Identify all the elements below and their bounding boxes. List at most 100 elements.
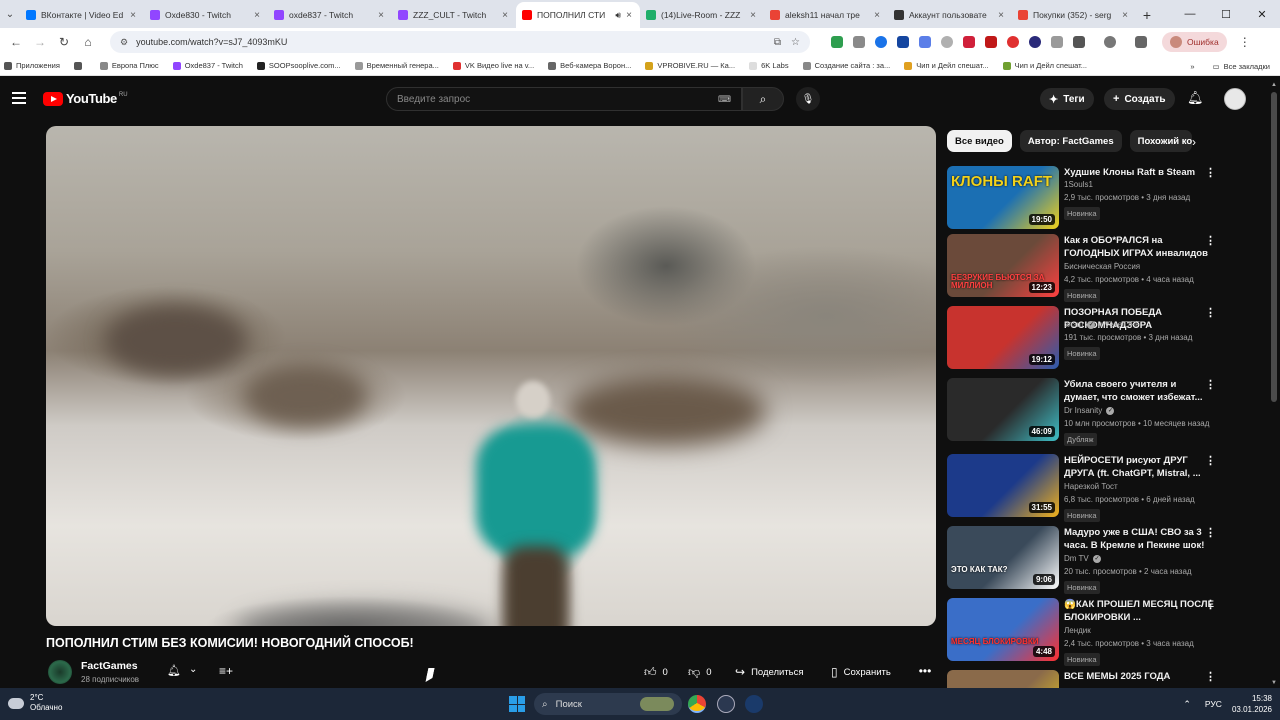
bookmark-item[interactable]: Oxde837 - Twitch (172, 61, 243, 70)
extension-icon[interactable] (875, 36, 887, 48)
youtube-logo[interactable]: YouTube RU (43, 91, 128, 106)
channel-avatar[interactable] (48, 660, 72, 684)
new-tab-button[interactable]: + (1136, 2, 1158, 28)
extension-icon[interactable] (985, 36, 997, 48)
close-icon[interactable]: ✕ (1244, 0, 1280, 28)
windows-start-icon[interactable] (509, 696, 525, 712)
browser-tab[interactable]: ZZZ_CULT - Twitch × (392, 2, 516, 28)
bookmark-star-icon[interactable]: ☆ (791, 37, 800, 48)
video-thumbnail[interactable]: ЭТО КАК ТАК? 9:06 (947, 526, 1059, 589)
extension-icon[interactable] (941, 36, 953, 48)
scrollbar-thumb[interactable] (1271, 92, 1277, 402)
save-button[interactable]: ▯ Сохранить (831, 660, 891, 684)
extension-icon[interactable] (897, 36, 909, 48)
recommended-title[interactable]: Мадуро уже в США! СВО за 3 часа. В Кремл… (1064, 526, 1214, 552)
extension-icon[interactable] (831, 36, 843, 48)
tab-close-icon[interactable]: × (996, 10, 1006, 21)
tab-close-icon[interactable]: × (252, 10, 262, 21)
dislike-button[interactable]: 👎︎ 0 (688, 660, 711, 684)
recommended-title[interactable]: Убила своего учителя и думает, что сможе… (1064, 378, 1214, 404)
more-options-icon[interactable]: ⋮ (1205, 598, 1216, 611)
browser-tab[interactable]: ПОПОЛНИЛ СТИ 🔊︎ × (516, 2, 640, 28)
video-thumbnail[interactable]: МЕСЯЦ БЛОКИРОВКИ 4:48 (947, 598, 1059, 661)
scroll-down-icon[interactable]: ▼ (1271, 680, 1277, 686)
notifications-bell-icon[interactable]: 🔔︎ (1187, 90, 1204, 106)
taskbar-search[interactable]: ⌕ Поиск (534, 693, 682, 715)
tab-search-icon[interactable]: ⌄ (0, 0, 20, 28)
reading-list-icon[interactable] (1135, 36, 1147, 48)
more-options-icon[interactable]: ⋮ (1205, 234, 1216, 247)
bookmark-item[interactable]: Веб-камера Ворон... (548, 61, 631, 70)
browser-tab[interactable]: ВКонтакте | Video Ed × (20, 2, 144, 28)
chevron-right-icon[interactable]: › (1192, 135, 1196, 149)
user-avatar[interactable] (1224, 88, 1246, 110)
bookmark-item[interactable]: VK Видео live на v... (452, 61, 534, 70)
install-app-icon[interactable]: ⧉ (774, 37, 781, 48)
all-bookmarks-button[interactable]: » ▭ Все закладки (1190, 56, 1270, 76)
tab-close-icon[interactable]: × (128, 10, 138, 21)
extensions-puzzle-icon[interactable] (1073, 36, 1085, 48)
bookmark-item[interactable]: VPROBIVE.RU — Ка... (645, 61, 735, 70)
more-options-icon[interactable]: ⋮ (1205, 166, 1216, 179)
recommended-video[interactable]: ЭТО КАК ТАК? 9:06 Мадуро уже в США! СВО за… (947, 526, 1247, 594)
more-options-icon[interactable]: ⋮ (1205, 670, 1216, 683)
menu-icon[interactable] (12, 92, 26, 104)
chevron-up-icon[interactable]: ⌃ (1183, 699, 1191, 710)
profile-error-button[interactable]: Ошибка (1162, 32, 1227, 52)
bookmark-item[interactable]: Создание сайта : за... (802, 61, 890, 70)
minimize-icon[interactable]: — (1172, 0, 1208, 28)
tab-close-icon[interactable]: × (500, 10, 510, 21)
browser-tab[interactable]: (14)Live-Room - ZZZ × (640, 2, 764, 28)
audio-icon[interactable]: 🔊︎ (615, 10, 621, 21)
video-thumbnail[interactable]: КЛОНЫ RAFT 19:50 (947, 166, 1059, 229)
add-to-playlist-icon[interactable]: ≡+ (219, 664, 233, 678)
recommended-video[interactable]: 46:09 Убила своего учителя и думает, что … (947, 378, 1247, 446)
bookmark-item[interactable]: Приложения (4, 61, 60, 70)
browser-tab[interactable]: Oxde830 - Twitch × (144, 2, 268, 28)
extension-icon[interactable] (853, 36, 865, 48)
bookmark-item[interactable]: Чип и Дейл спешат... (904, 61, 989, 70)
recommended-video[interactable]: МЕСЯЦ БЛОКИРОВКИ 4:48 😱КАК ПРОШЕЛ МЕСЯЦ ПО… (947, 598, 1247, 666)
recommended-channel[interactable]: Лендик (1064, 626, 1091, 635)
recommended-channel[interactable]: слэш ✓ и VeselOFF (1064, 320, 1140, 329)
video-player[interactable] (46, 126, 936, 626)
tab-close-icon[interactable]: × (872, 10, 882, 21)
browser-tab[interactable]: oxde837 - Twitch × (268, 2, 392, 28)
voice-search-button[interactable]: 🎙 (796, 87, 820, 111)
extension-icon[interactable] (1029, 36, 1041, 48)
chip-author[interactable]: Автор: FactGames (1019, 130, 1122, 152)
subscription-bell-icon[interactable]: 🔔︎ (167, 664, 181, 677)
tab-close-icon[interactable]: × (1120, 10, 1130, 21)
weather-widget[interactable]: 2°C Облачно (8, 693, 62, 713)
search-button[interactable]: ⌕ (742, 87, 784, 111)
tab-close-icon[interactable]: × (624, 10, 634, 21)
recommended-channel[interactable]: Dr Insanity ✓ (1064, 406, 1115, 415)
recommended-channel[interactable]: Нарезкой Тост (1064, 482, 1118, 491)
tab-close-icon[interactable]: × (748, 10, 758, 21)
like-button[interactable]: 👍︎ 0 (644, 660, 668, 684)
chevron-down-icon[interactable]: ⌄ (189, 664, 197, 675)
video-thumbnail[interactable]: 19:12 (947, 306, 1059, 369)
home-icon[interactable]: ⌂ (76, 30, 100, 54)
recommended-title[interactable]: НЕЙРОСЕТИ рисуют ДРУГ ДРУГА (ft. ChatGPT… (1064, 454, 1214, 480)
chip-all-videos[interactable]: Все видео (947, 130, 1012, 152)
chip-similar[interactable]: Похожий ко (1129, 130, 1192, 152)
bookmark-item[interactable]: Временный генера... (354, 61, 439, 70)
scroll-up-icon[interactable]: ▲ (1271, 82, 1277, 88)
browser-menu-icon[interactable]: ⋮ (1233, 30, 1257, 54)
app-taskbar-icon[interactable] (717, 695, 735, 713)
more-options-icon[interactable]: ⋮ (1205, 378, 1216, 391)
extension-icon[interactable] (1007, 36, 1019, 48)
extension-icon[interactable] (1051, 36, 1063, 48)
more-options-icon[interactable]: ⋮ (1205, 526, 1216, 539)
bookmark-item[interactable] (73, 61, 86, 70)
recommended-video[interactable]: БЕЗРУКИЕ БЬЮТСЯ ЗА МИЛЛИОН 12:23 Как я ОБО… (947, 234, 1247, 302)
bookmark-item[interactable]: Европа Плюс (99, 61, 159, 70)
page-scrollbar[interactable]: ▲ ▼ (1268, 80, 1280, 688)
browser-tab[interactable]: Покупки (352) - serg × (1012, 2, 1136, 28)
tab-close-icon[interactable]: × (376, 10, 386, 21)
language-indicator[interactable]: РУС (1205, 699, 1222, 709)
more-options-icon[interactable]: ⋮ (1205, 454, 1216, 467)
chrome-taskbar-icon[interactable] (688, 695, 706, 713)
site-info-icon[interactable]: ⚙ (120, 37, 128, 48)
